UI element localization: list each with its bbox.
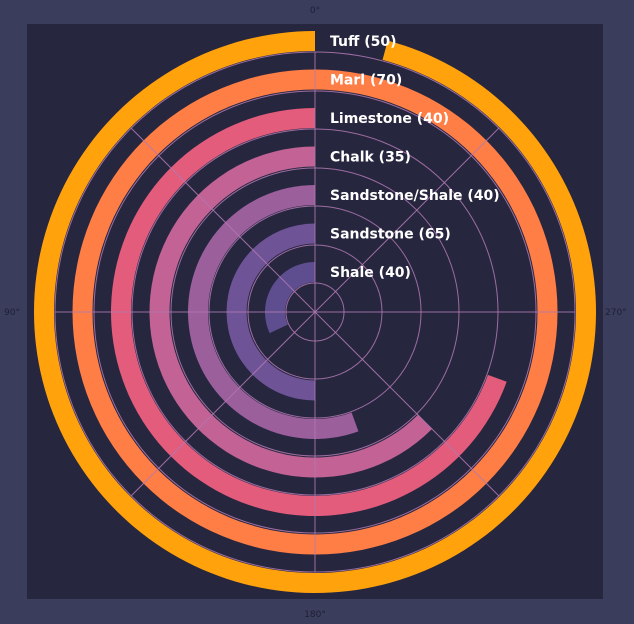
bar-label-shale: Shale (40) <box>330 265 411 281</box>
angle-tick-2: 180° <box>304 610 326 620</box>
radial-bar-chart: Shale (40) Sandstone (65) Sandstone/Shale … <box>4 6 627 620</box>
angle-tick-3: 270° <box>605 308 627 318</box>
polar-grid <box>54 51 576 573</box>
angle-tick-1: 90° <box>4 308 20 318</box>
bar-label-sandstone: Sandstone (65) <box>330 227 451 243</box>
bar-label-tuff: Tuff (50) <box>330 34 396 50</box>
bar-label-marl: Marl (70) <box>330 73 402 89</box>
bar-label-chalk: Chalk (35) <box>330 150 411 166</box>
bar-label-sandstone-shale: Sandstone/Shale (40) <box>330 188 500 204</box>
bar-label-limestone: Limestone (40) <box>330 111 449 127</box>
angle-tick-0: 0° <box>310 6 320 16</box>
